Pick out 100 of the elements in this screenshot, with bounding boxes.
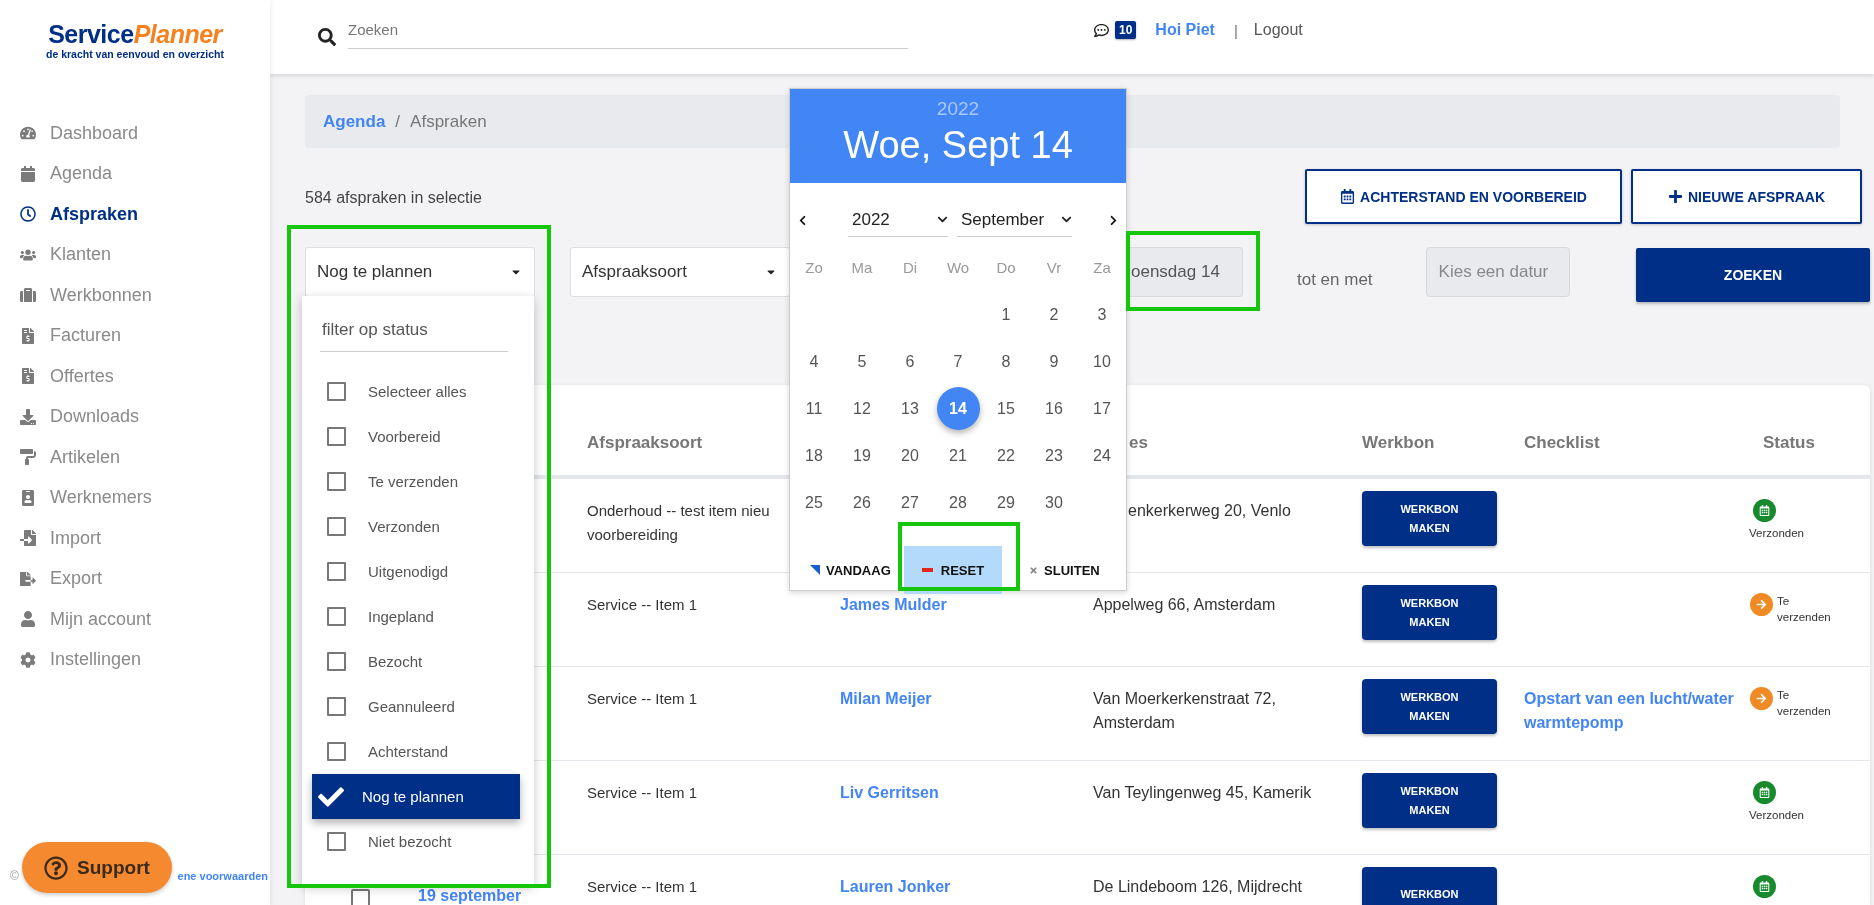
customer-link[interactable]: Liv Gerritsen (840, 784, 939, 801)
question-icon (44, 855, 69, 880)
calendar-day[interactable]: 25 (805, 493, 823, 512)
calendar-day[interactable]: 22 (997, 446, 1015, 465)
sidebar-item[interactable]: Afspraken (0, 194, 270, 235)
action-button[interactable]: NIEUWE AFSPRAAK (1631, 169, 1862, 224)
calendar-day[interactable]: 18 (805, 446, 823, 465)
calendar-day[interactable]: 4 (809, 352, 819, 371)
customer-link[interactable]: Lauren Jonker (840, 878, 951, 895)
checkbox[interactable] (327, 427, 346, 446)
range-label: tot en met (1297, 269, 1373, 290)
support-button[interactable]: Support (22, 842, 172, 893)
status-option[interactable]: Niet bezocht (312, 819, 520, 864)
sidebar-item[interactable]: Mijn account (0, 599, 270, 640)
table-cell-text: Van Moerkerkenstraat 72, Amsterdam (1093, 689, 1277, 733)
search-button[interactable]: ZOEKEN (1636, 247, 1870, 302)
calendar-day[interactable]: 29 (997, 493, 1015, 512)
calendar-day[interactable]: 12 (853, 399, 871, 418)
type-select[interactable]: Afspraaksoort (570, 247, 790, 297)
row-checkbox[interactable] (351, 889, 370, 905)
sidebar-item[interactable]: Offertes (0, 356, 270, 397)
checklist-link[interactable]: Opstart van een lucht/water warmtepomp (1524, 687, 1736, 735)
calendar-day[interactable]: 9 (1049, 352, 1059, 371)
year-select[interactable]: 2022 (848, 203, 948, 237)
logout-link[interactable]: Logout (1253, 21, 1303, 39)
calendar-day[interactable]: 11 (805, 399, 823, 418)
sidebar-item[interactable]: Klanten (0, 234, 270, 275)
close-button[interactable]: SLUITEN (1029, 546, 1100, 594)
werkbon-button[interactable]: WERKBON MAKEN (1362, 491, 1497, 546)
document-icon (20, 368, 36, 385)
weekday-label: Ma (851, 259, 873, 276)
calendar-day[interactable]: 14 (936, 387, 980, 430)
calendar-day[interactable]: 20 (901, 446, 919, 465)
import-icon (20, 530, 36, 547)
calendar-day[interactable]: 28 (949, 493, 967, 512)
status-option[interactable]: Selecteer alles (312, 369, 520, 414)
status-option[interactable]: Ingepland (312, 594, 520, 639)
calendar-day[interactable]: 24 (1093, 446, 1111, 465)
calendar-day[interactable]: 8 (1001, 352, 1011, 371)
separator-text: | (1233, 21, 1238, 39)
sidebar-item[interactable]: Agenda (0, 153, 270, 194)
calendar-day[interactable]: 15 (997, 399, 1015, 418)
reset-button[interactable]: RESET (903, 546, 1003, 594)
werkbon-button[interactable]: WERKBON MAKEN (1362, 679, 1497, 734)
calendar-day[interactable]: 30 (1045, 493, 1063, 512)
sidebar-item[interactable]: Dashboard (0, 113, 270, 154)
status-option[interactable]: Achterstand (312, 729, 520, 774)
customer-link[interactable]: James Mulder (840, 596, 947, 613)
calendar-day[interactable]: 17 (1093, 399, 1111, 418)
checkbox[interactable] (327, 652, 346, 671)
werkbon-button[interactable]: WERKBON MAKEN (1362, 773, 1497, 828)
calendar-day[interactable]: 26 (853, 493, 871, 512)
checkbox[interactable] (327, 472, 346, 491)
status-option[interactable]: Voorbereid (312, 414, 520, 459)
werkbon-button[interactable]: WERKBON MAKEN (1362, 585, 1497, 640)
sidebar-item[interactable]: Import (0, 518, 270, 559)
status-select[interactable]: Nog te plannen (305, 247, 535, 297)
action-button[interactable]: ACHTERSTAND EN VOORBEREID (1305, 169, 1622, 224)
status-option[interactable]: Uitgenodigd (312, 549, 520, 594)
calendar-day[interactable]: 21 (949, 446, 967, 465)
sidebar-item[interactable]: Downloads (0, 396, 270, 437)
sidebar-item[interactable]: Facturen (0, 315, 270, 356)
calendar-day[interactable]: 27 (901, 493, 919, 512)
checkbox[interactable] (327, 382, 346, 401)
status-option[interactable]: Geannuleerd (312, 684, 520, 729)
next-icon[interactable] (1108, 214, 1119, 226)
checkbox[interactable] (327, 697, 346, 716)
sidebar-item[interactable]: Instellingen (0, 639, 270, 680)
user-link[interactable]: Hoi Piet (1155, 21, 1215, 39)
status-option[interactable]: Verzonden (312, 504, 520, 549)
month-select[interactable]: September (957, 203, 1072, 237)
calendar-day[interactable]: 16 (1045, 399, 1063, 418)
chat-icon[interactable] (1094, 22, 1109, 38)
checkbox[interactable] (327, 742, 346, 761)
sidebar-item[interactable]: Artikelen (0, 437, 270, 478)
date-field[interactable]: Kies een datur (1425, 247, 1570, 297)
calendar-day[interactable]: 10 (1093, 352, 1111, 371)
table-cell-text: enkerkerweg 20, Venlo (1127, 501, 1292, 521)
status-option[interactable]: Te verzenden (312, 459, 520, 504)
today-button[interactable]: VANDAAG (810, 546, 891, 594)
calendar-day[interactable]: 3 (1097, 305, 1107, 324)
checkbox[interactable] (327, 562, 346, 581)
checkbox[interactable] (327, 832, 346, 851)
checkbox[interactable] (327, 607, 346, 626)
status-option[interactable]: Nog te plannen (312, 774, 520, 819)
previous-icon[interactable] (797, 214, 808, 226)
calendar-day[interactable]: 23 (1045, 446, 1063, 465)
calendar-day[interactable]: 1 (1001, 305, 1011, 324)
checkbox[interactable] (327, 517, 346, 536)
calendar-day[interactable]: 5 (857, 352, 867, 371)
date-link[interactable]: 19 september (418, 887, 522, 905)
terms-link[interactable]: ene voorwaarden (177, 870, 268, 882)
calendar-day[interactable]: 2 (1049, 305, 1059, 324)
calendar-day[interactable]: 19 (853, 446, 871, 465)
calendar-day[interactable]: 7 (953, 352, 963, 371)
calendar-day[interactable]: 13 (901, 399, 919, 418)
werkbon-button[interactable]: WERKBON (1362, 867, 1497, 905)
status-option[interactable]: Bezocht (312, 639, 520, 684)
customer-link[interactable]: Milan Meijer (840, 690, 932, 707)
calendar-day[interactable]: 6 (905, 352, 915, 371)
